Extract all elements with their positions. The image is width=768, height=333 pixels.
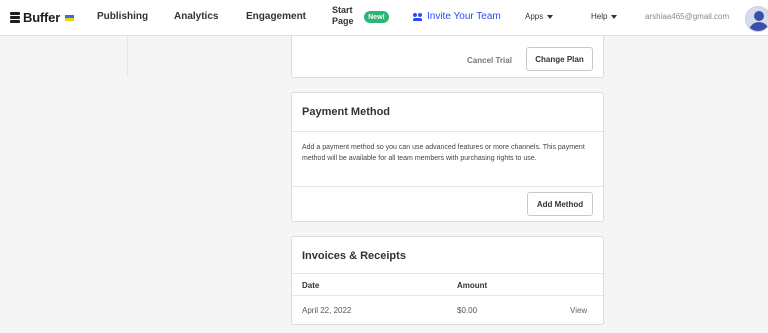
apps-menu[interactable]: Apps <box>525 12 554 21</box>
sidebar-divider <box>127 37 128 75</box>
apps-label: Apps <box>525 12 544 21</box>
ukraine-flag-icon <box>65 14 75 21</box>
buffer-logo-icon <box>10 11 20 24</box>
start-page-line2: Page <box>332 16 354 26</box>
invoices-title: Invoices & Receipts <box>302 250 406 262</box>
new-badge: New! <box>364 11 389 23</box>
nav-start-page[interactable]: Start Page <box>332 5 354 27</box>
divider <box>292 131 603 132</box>
invoice-date: April 22, 2022 <box>302 306 352 315</box>
divider <box>292 273 603 274</box>
invoice-amount: $0.00 <box>457 306 478 315</box>
invite-label: Invite Your Team <box>427 11 501 22</box>
plan-card: Cancel Trial Change Plan <box>291 36 604 78</box>
start-page-line1: Start <box>332 5 353 15</box>
brand-name: Buffer <box>23 10 61 25</box>
help-menu[interactable]: Help <box>591 12 618 21</box>
cancel-trial-button[interactable]: Cancel Trial <box>467 56 512 65</box>
divider <box>292 186 603 187</box>
add-method-button[interactable]: Add Method <box>527 192 593 216</box>
payment-method-description: Add a payment method so you can use adva… <box>302 144 585 162</box>
help-label: Help <box>591 12 608 21</box>
payment-method-card: Payment Method Add a payment method so y… <box>291 92 604 222</box>
change-plan-button[interactable]: Change Plan <box>526 47 593 71</box>
chevron-down-icon <box>611 14 618 19</box>
column-header-amount: Amount <box>457 281 488 290</box>
buffer-logo[interactable]: Buffer <box>10 10 75 25</box>
user-email: arshiaa465@gmail.com <box>645 12 730 21</box>
avatar[interactable] <box>745 6 768 32</box>
nav-publishing[interactable]: Publishing <box>97 11 148 22</box>
nav-analytics[interactable]: Analytics <box>174 11 218 22</box>
team-icon <box>413 12 423 21</box>
payment-method-title: Payment Method <box>302 106 391 118</box>
invoices-card: Invoices & Receipts Date Amount April 22… <box>291 236 604 325</box>
user-icon <box>754 11 764 21</box>
view-invoice-link[interactable]: View <box>570 306 587 315</box>
column-header-date: Date <box>302 281 320 290</box>
top-nav: Buffer Publishing Analytics Engagement S… <box>0 0 768 36</box>
divider <box>292 295 603 296</box>
chevron-down-icon <box>547 14 554 19</box>
invite-team-button[interactable]: Invite Your Team <box>413 11 501 22</box>
nav-engagement[interactable]: Engagement <box>246 11 306 22</box>
